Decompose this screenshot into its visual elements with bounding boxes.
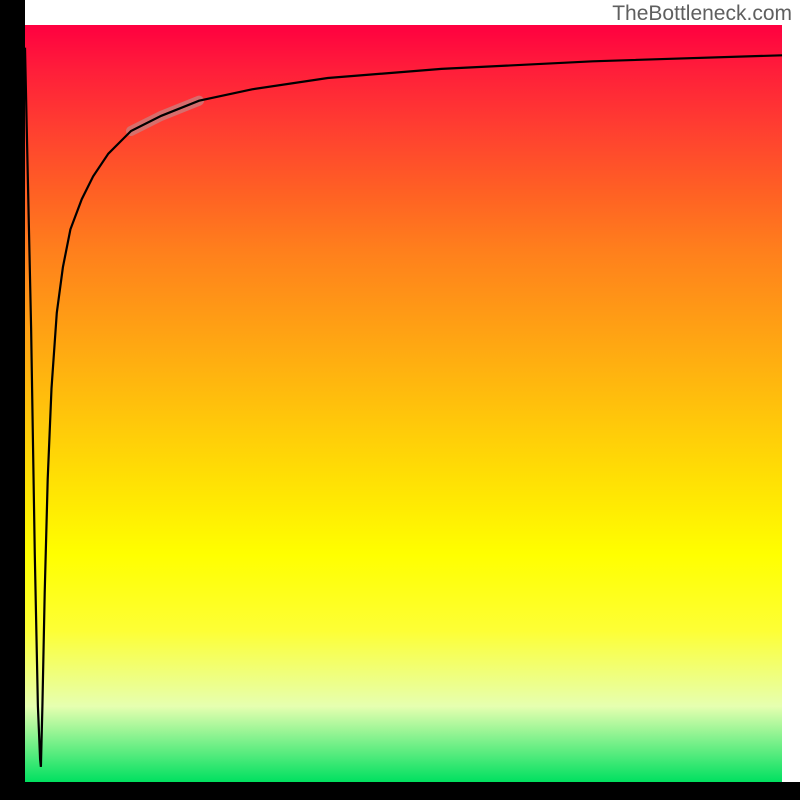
- x-axis-strip: [0, 782, 800, 800]
- attribution-text: TheBottleneck.com: [612, 2, 792, 26]
- gradient-background: [25, 25, 782, 782]
- y-axis-strip: [0, 0, 25, 800]
- chart-frame: TheBottleneck.com: [0, 0, 800, 800]
